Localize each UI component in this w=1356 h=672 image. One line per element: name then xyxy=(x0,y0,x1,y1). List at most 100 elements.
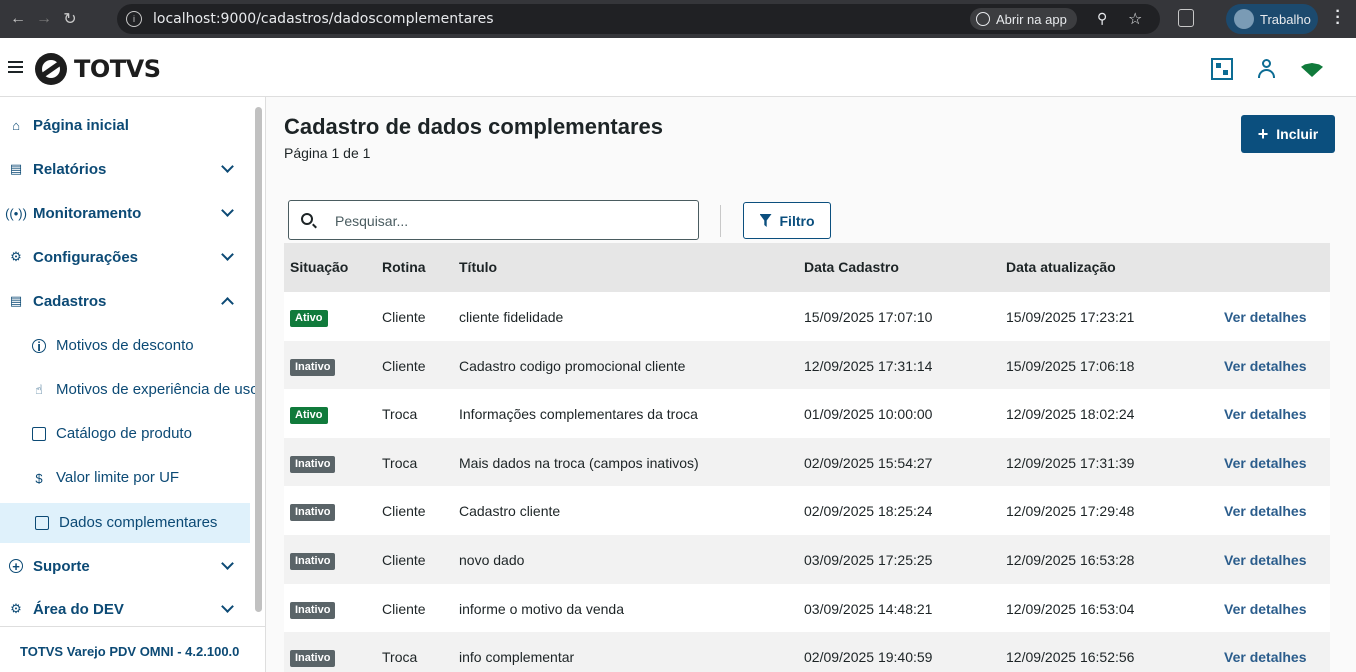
sidebar-item-suporte[interactable]: + Suporte xyxy=(0,546,250,586)
ver-detalhes-link[interactable]: Ver detalhes xyxy=(1224,503,1307,519)
site-info-icon[interactable]: i xyxy=(126,11,142,27)
sidebar-item-label: Relatórios xyxy=(33,160,107,178)
cell-rotina: Troca xyxy=(382,406,418,423)
add-button[interactable]: + Incluir xyxy=(1241,115,1335,153)
sidebar-item-monitoramento[interactable]: ((•)) Monitoramento xyxy=(0,193,250,233)
ver-detalhes-link[interactable]: Ver detalhes xyxy=(1224,309,1307,325)
zoom-icon[interactable]: ⚲ xyxy=(1097,10,1107,27)
forward-arrow-icon[interactable]: → xyxy=(31,6,57,32)
table-body: Ativo Cliente cliente fidelidade 15/09/2025… xyxy=(284,292,1330,672)
lifebuoy-icon: + xyxy=(9,559,23,574)
app-version: TOTVS Varejo PDV OMNI - 4.2.100.0 xyxy=(20,644,240,659)
profile-avatar xyxy=(1234,9,1254,29)
table-row: Inativo Troca Mais dados na troca (campos … xyxy=(284,437,1330,487)
reload-icon[interactable]: ↻ xyxy=(57,6,83,32)
ver-detalhes-link[interactable]: Ver detalhes xyxy=(1224,358,1307,374)
sidebar-scrollbar[interactable] xyxy=(255,107,262,612)
cell-titulo: Mais dados na troca (campos inativos) xyxy=(459,454,699,471)
extensions-icon[interactable] xyxy=(1178,9,1194,27)
cell-data-cadastro: 03/09/2025 17:25:25 xyxy=(804,551,933,568)
sidebar-subitem-label: Motivos de experiência de uso xyxy=(56,381,259,398)
plus-icon: + xyxy=(1257,123,1269,144)
search-input[interactable] xyxy=(335,210,685,232)
app-header: TOTVS xyxy=(0,38,1356,97)
cell-data-cadastro: 12/09/2025 17:31:14 xyxy=(804,357,933,374)
table-row: Ativo Troca Informações complementares da … xyxy=(284,389,1330,438)
search-field[interactable] xyxy=(288,200,699,240)
ver-detalhes-link[interactable]: Ver detalhes xyxy=(1224,601,1307,617)
page-title: Cadastro de dados complementares xyxy=(284,114,664,139)
browser-menu-icon[interactable]: · · · xyxy=(1333,4,1343,32)
bookmark-star-icon[interactable]: ☆ xyxy=(1128,9,1142,29)
connection-status-icon xyxy=(1301,63,1323,77)
main-content: Cadastro de dados complementares Página … xyxy=(266,97,1356,672)
list-icon: ▤ xyxy=(9,161,23,176)
sidebar-item-relatorios[interactable]: ▤ Relatórios xyxy=(0,149,250,189)
cell-data-atualizacao: 12/09/2025 18:02:24 xyxy=(1006,406,1135,423)
sidebar-item-cadastros[interactable]: ▤ Cadastros xyxy=(0,281,250,321)
cell-data-atualizacao: 12/09/2025 16:52:56 xyxy=(1006,649,1135,666)
sidebar-subitem-motivos-experiencia[interactable]: ☝ Motivos de experiência de uso xyxy=(0,370,259,410)
cell-data-cadastro: 15/09/2025 17:07:10 xyxy=(804,309,933,325)
back-arrow-icon[interactable]: ← xyxy=(5,6,31,32)
info-icon: i xyxy=(32,339,46,354)
home-icon: ⌂ xyxy=(12,117,20,133)
status-badge: Inativo xyxy=(290,650,336,668)
ver-detalhes-link[interactable]: Ver detalhes xyxy=(1224,455,1307,471)
sidebar-item-area-dev[interactable]: ⚙ Área do DEV xyxy=(0,589,250,629)
data-table: Situação Rotina Título Data Cadastro Dat… xyxy=(284,243,1330,672)
column-header-data-atualizacao[interactable]: Data atualização xyxy=(1006,259,1116,275)
status-badge: Inativo xyxy=(290,504,336,522)
sidebar-footer: TOTVS Varejo PDV OMNI - 4.2.100.0 xyxy=(0,626,265,672)
table-row: Inativo Cliente informe o motivo da venda 0… xyxy=(284,583,1330,633)
cell-titulo: novo dado xyxy=(459,551,525,568)
sidebar-subitem-label: Catálogo de produto xyxy=(56,425,192,442)
chevron-down-icon xyxy=(221,557,234,570)
ver-detalhes-link[interactable]: Ver detalhes xyxy=(1224,552,1307,568)
profile-button[interactable]: Trabalho xyxy=(1226,4,1318,34)
sidebar-subitem-dados-complementares[interactable]: Dados complementares xyxy=(0,503,250,543)
cell-rotina: Cliente xyxy=(382,503,426,520)
clipboard-icon xyxy=(35,516,49,530)
open-in-app-button[interactable]: Abrir na app xyxy=(970,8,1077,30)
toolbar-divider xyxy=(720,205,721,237)
brand-name: TOTVS xyxy=(74,55,161,83)
table-row: Inativo Cliente Cadastro cliente 02/09/2025… xyxy=(284,486,1330,535)
ver-detalhes-link[interactable]: Ver detalhes xyxy=(1224,649,1307,665)
sidebar-item-label: Página inicial xyxy=(33,116,129,134)
cell-data-atualizacao: 12/09/2025 16:53:04 xyxy=(1006,600,1135,617)
table-row: Inativo Troca info complementar 02/09/2025 … xyxy=(284,632,1330,672)
ver-detalhes-link[interactable]: Ver detalhes xyxy=(1224,406,1307,422)
sidebar-subitem-motivos-desconto[interactable]: i Motivos de desconto xyxy=(0,326,250,366)
sidebar-subitem-catalogo-produto[interactable]: Catálogo de produto xyxy=(0,414,250,454)
chevron-down-icon xyxy=(221,160,234,173)
sidebar-subitem-valor-limite-uf[interactable]: $ Valor limite por UF xyxy=(0,458,250,498)
column-header-rotina[interactable]: Rotina xyxy=(382,259,426,275)
user-icon[interactable] xyxy=(1256,58,1278,80)
url-text[interactable]: localhost:9000/cadastros/dadoscomplement… xyxy=(153,11,494,27)
status-badge: Ativo xyxy=(290,310,328,327)
filter-button[interactable]: Filtro xyxy=(743,202,831,239)
sidebar-item-configuracoes[interactable]: ⚙ Configurações xyxy=(0,237,250,277)
sidebar-item-label: Área do DEV xyxy=(33,600,124,618)
cell-rotina: Cliente xyxy=(382,551,426,568)
cell-titulo: info complementar xyxy=(459,649,575,666)
cell-titulo: Cadastro cliente xyxy=(459,503,561,520)
column-header-data-cadastro[interactable]: Data Cadastro xyxy=(804,259,899,275)
sidebar-subitem-label: Motivos de desconto xyxy=(56,337,194,354)
sidebar-item-pagina-inicial[interactable]: ⌂ Página inicial xyxy=(0,105,250,145)
hamburger-menu-icon[interactable] xyxy=(8,61,23,76)
column-header-titulo[interactable]: Título xyxy=(459,259,497,275)
column-header-situacao[interactable]: Situação xyxy=(290,259,348,275)
catalog-icon xyxy=(32,427,46,441)
cell-data-cadastro: 03/09/2025 14:48:21 xyxy=(804,600,933,617)
cell-data-atualizacao: 15/09/2025 17:06:18 xyxy=(1006,357,1135,374)
address-bar[interactable]: i localhost:9000/cadastros/dadoscompleme… xyxy=(117,4,1160,34)
qr-code-icon[interactable] xyxy=(1211,58,1233,80)
cell-rotina: Cliente xyxy=(382,600,426,617)
broadcast-icon: ((•)) xyxy=(5,205,27,221)
cell-titulo: informe o motivo da venda xyxy=(459,600,624,617)
filter-button-label: Filtro xyxy=(779,212,815,229)
sidebar-item-label: Configurações xyxy=(33,248,139,266)
add-button-label: Incluir xyxy=(1276,126,1319,142)
